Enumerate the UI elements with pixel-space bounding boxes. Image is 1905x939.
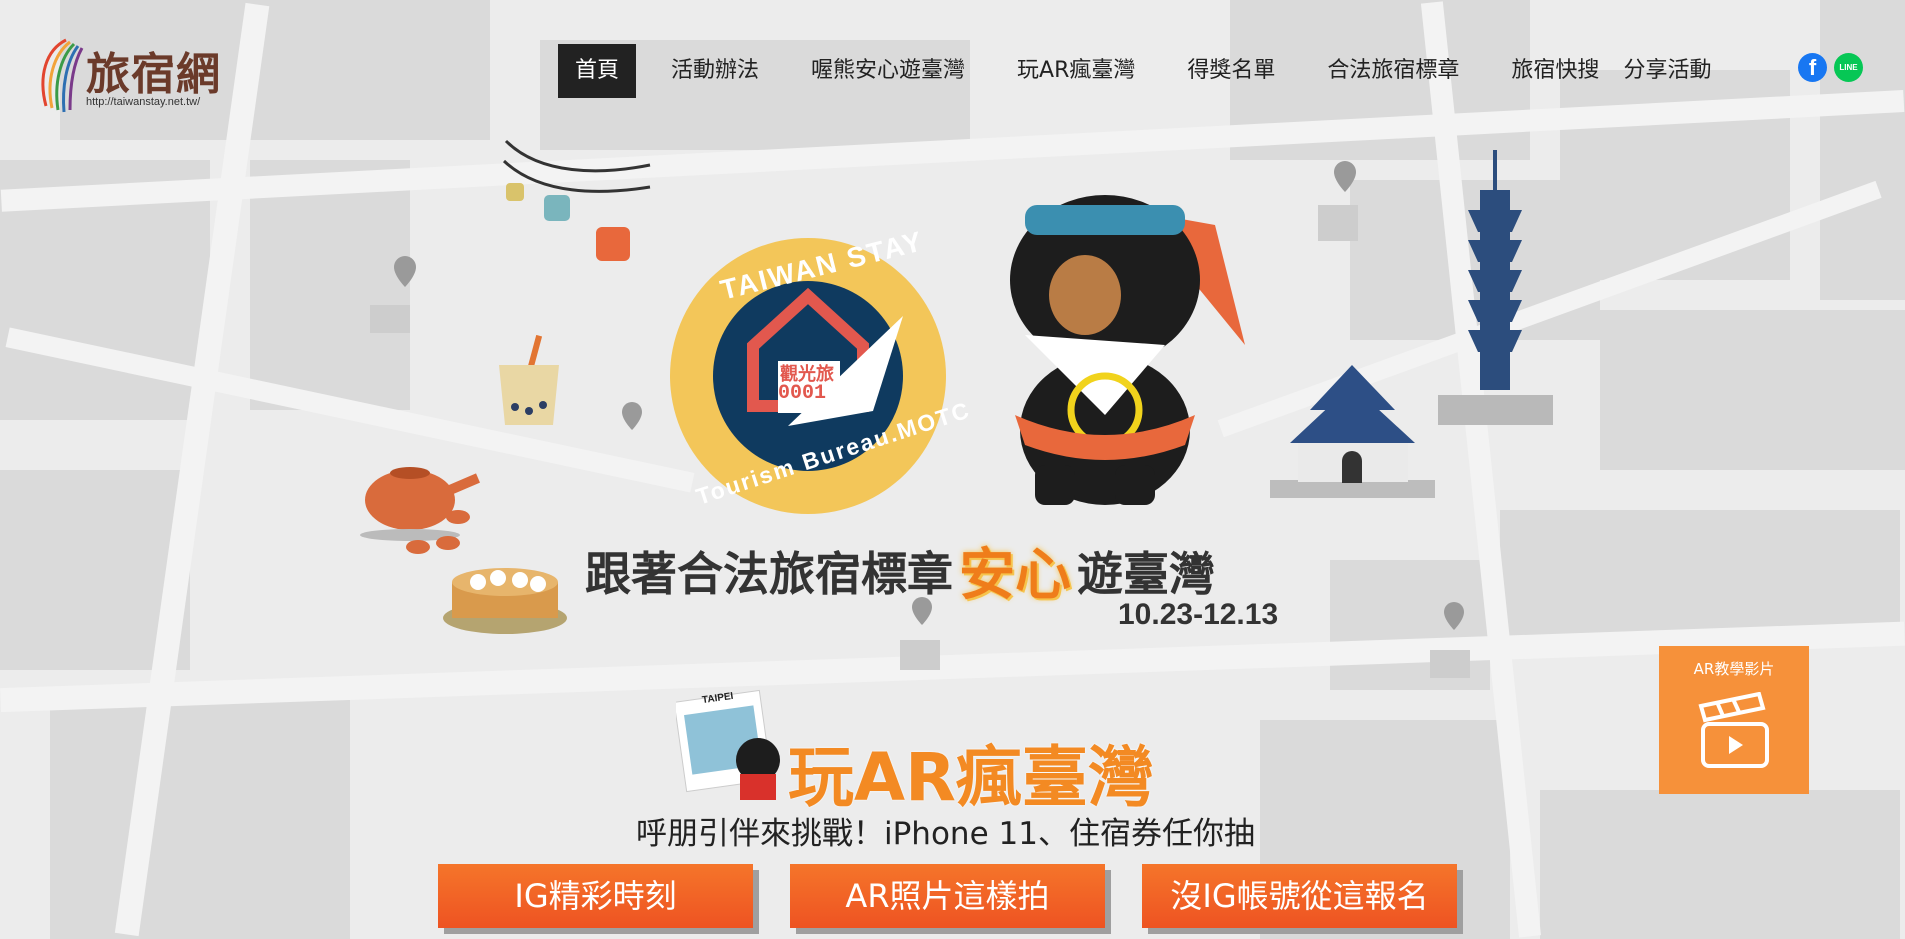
site-logo[interactable]: 旅宿網 http://taiwanstay.net.tw/ (36, 36, 236, 116)
teapot-icon (360, 467, 480, 554)
event-dates: 10.23-12.13 (1118, 598, 1279, 631)
line-icon[interactable]: LINE (1834, 53, 1863, 82)
nav-stay-search[interactable]: 旅宿快搜 (1494, 44, 1616, 98)
memorial-hall-icon (1270, 365, 1435, 498)
nav-legal-badge[interactable]: 合法旅宿標章 (1310, 44, 1476, 98)
nav-winners[interactable]: 得獎名單 (1170, 44, 1292, 98)
logo-url: http://taiwanstay.net.tw/ (86, 96, 201, 108)
nav-home[interactable]: 首頁 (558, 44, 637, 98)
ar-title: 玩AR瘋臺灣 (788, 739, 1154, 816)
cable-car-icon (502, 139, 651, 261)
badge-number: 0001 (778, 382, 827, 405)
social-links: f LINE (1798, 53, 1863, 82)
headline-pre: 跟著合法旅宿標章 (585, 546, 953, 601)
bubble-tea-icon (499, 335, 559, 425)
headline-post: 遊臺灣 (1077, 546, 1215, 601)
main-nav: 首頁 活動辦法 喔熊安心遊臺灣 玩AR瘋臺灣 得獎名單 合法旅宿標章 旅宿快搜 … (558, 44, 1728, 98)
facebook-icon[interactable]: f (1798, 53, 1827, 82)
clapperboard-icon (1698, 692, 1769, 768)
ar-photo-guide-button[interactable]: AR照片這樣拍 (790, 864, 1105, 928)
taipei-101-icon (1438, 150, 1553, 425)
taiwan-logo-icon (41, 38, 84, 113)
ig-highlights-button[interactable]: IG精彩時刻 (438, 864, 753, 928)
nav-play-ar[interactable]: 玩AR瘋臺灣 (1000, 44, 1152, 98)
headline-highlight: 安心 (959, 543, 1071, 608)
xiaolongbao-icon (443, 568, 567, 634)
nav-oh-bear[interactable]: 喔熊安心遊臺灣 (794, 44, 982, 98)
nav-share[interactable]: 分享活動 (1606, 44, 1728, 98)
nav-activity-rules[interactable]: 活動辦法 (654, 44, 776, 98)
logo-text: 旅宿網 (86, 49, 221, 100)
postcard-bear-icon (676, 689, 780, 800)
oh-bear-mascot (1010, 195, 1245, 505)
ar-tutorial-video-button[interactable]: AR教學影片 (1659, 646, 1809, 794)
ar-subtitle: 呼朋引伴來挑戰！iPhone 11、住宿券任你抽 (636, 816, 1255, 852)
ar-video-label: AR教學影片 (1693, 660, 1775, 678)
register-without-ig-button[interactable]: 沒IG帳號從這報名 (1142, 864, 1457, 928)
